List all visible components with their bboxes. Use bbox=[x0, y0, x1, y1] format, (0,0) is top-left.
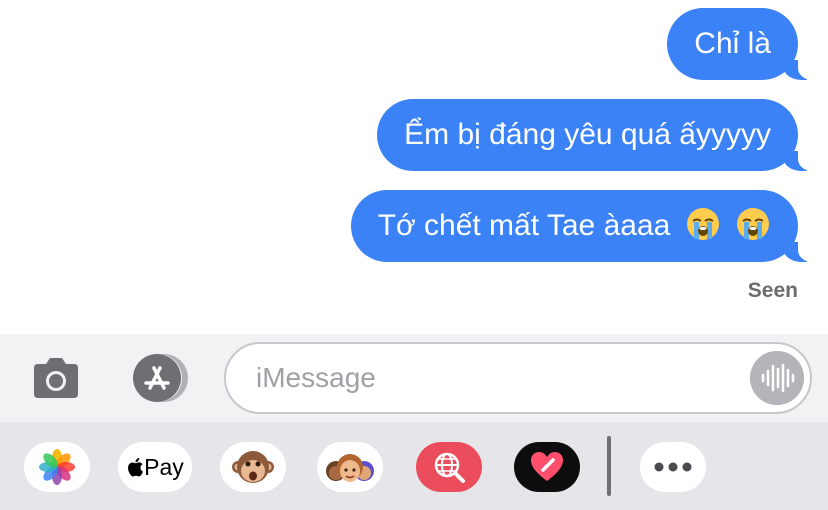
message-input[interactable] bbox=[256, 344, 736, 412]
apple-pay-button[interactable]: Pay bbox=[118, 442, 192, 492]
input-bar bbox=[0, 334, 828, 422]
message-bubble[interactable]: Chỉ là bbox=[667, 8, 819, 80]
drawer-divider bbox=[607, 436, 611, 496]
message-bubble[interactable]: Tớ chết mất Tae àaaa bbox=[350, 190, 819, 262]
photos-icon bbox=[39, 449, 75, 485]
message-input-field[interactable] bbox=[224, 342, 812, 414]
app-drawer: Pay bbox=[0, 422, 828, 510]
digital-touch-app-button[interactable] bbox=[514, 442, 580, 492]
message-text: Chỉ là bbox=[694, 27, 771, 60]
message-text: Tớ chết mất Tae àaaa bbox=[377, 209, 671, 242]
apple-logo-icon bbox=[128, 458, 144, 477]
audio-waveform-icon[interactable] bbox=[750, 351, 804, 405]
message-bubble[interactable]: Ểm bị đáng yêu quá ấyyyyy bbox=[377, 99, 819, 171]
conversation-thread: Chỉ là Ểm bị đáng yêu quá ấyyyyy Tớ chết… bbox=[0, 0, 828, 334]
message-text: Ểm bị đáng yêu quá ấyyyyy bbox=[404, 118, 771, 151]
monkey-icon bbox=[232, 451, 274, 483]
loudly-crying-face-icon bbox=[686, 208, 719, 241]
heart-icon bbox=[531, 452, 563, 481]
apple-pay-label: Pay bbox=[144, 453, 184, 480]
more-apps-button[interactable] bbox=[640, 442, 706, 492]
memoji-icon bbox=[326, 454, 374, 482]
loudly-crying-face-icon bbox=[737, 208, 769, 241]
photos-app-button[interactable] bbox=[24, 442, 90, 492]
ellipsis-icon bbox=[654, 462, 692, 472]
bubble-tail bbox=[783, 58, 819, 80]
app-store-icon[interactable] bbox=[126, 353, 190, 403]
bubble-tail bbox=[783, 240, 819, 262]
camera-icon[interactable] bbox=[30, 352, 82, 404]
globe-search-icon bbox=[434, 452, 465, 483]
bubble-tail bbox=[783, 149, 819, 171]
imessage-screen: Chỉ là Ểm bị đáng yêu quá ấyyyyy Tớ chết… bbox=[0, 0, 828, 510]
web-search-app-button[interactable] bbox=[416, 442, 482, 492]
read-receipt: Seen bbox=[747, 279, 798, 302]
memoji-app-button[interactable] bbox=[317, 442, 383, 492]
animoji-app-button[interactable] bbox=[220, 442, 286, 492]
